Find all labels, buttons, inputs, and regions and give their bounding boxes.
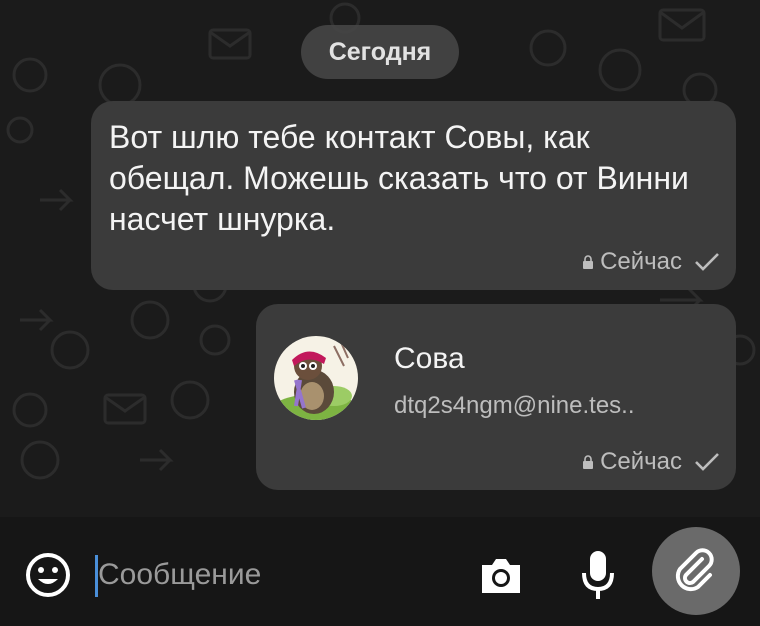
message-time: Сейчас — [600, 448, 682, 475]
emoji-button[interactable] — [24, 551, 72, 599]
message-meta: Сейчас — [582, 448, 720, 476]
camera-icon — [482, 559, 520, 593]
contact-avatar[interactable] — [274, 336, 358, 420]
message-composer — [0, 517, 760, 626]
attach-button[interactable] — [652, 527, 740, 615]
camera-button[interactable] — [478, 553, 524, 599]
date-separator: Сегодня — [301, 25, 459, 79]
chat-screen: Сегодня Вот шлю тебе контакт Совы, как о… — [0, 0, 760, 626]
lock-icon — [583, 255, 594, 269]
message-meta: Сейчас — [582, 248, 720, 276]
message-input[interactable] — [98, 549, 458, 601]
check-icon — [695, 253, 719, 271]
paperclip-icon — [675, 548, 714, 592]
message-bubble-contact[interactable]: Сова dtq2s4ngm@nine.tes.. Сейчас — [256, 304, 736, 490]
emoji-icon — [26, 553, 70, 597]
check-icon — [695, 453, 719, 471]
microphone-button[interactable] — [580, 549, 616, 601]
contact-name[interactable]: Сова — [394, 342, 465, 376]
message-time: Сейчас — [600, 248, 682, 275]
lock-icon — [583, 455, 594, 469]
microphone-icon — [582, 551, 614, 599]
message-bubble-text[interactable]: Вот шлю тебе контакт Совы, как обещал. М… — [91, 101, 736, 290]
message-text: Вот шлю тебе контакт Совы, как обещал. М… — [109, 119, 689, 237]
contact-email[interactable]: dtq2s4ngm@nine.tes.. — [394, 392, 635, 420]
chat-area[interactable]: Сегодня Вот шлю тебе контакт Совы, как о… — [0, 0, 760, 517]
